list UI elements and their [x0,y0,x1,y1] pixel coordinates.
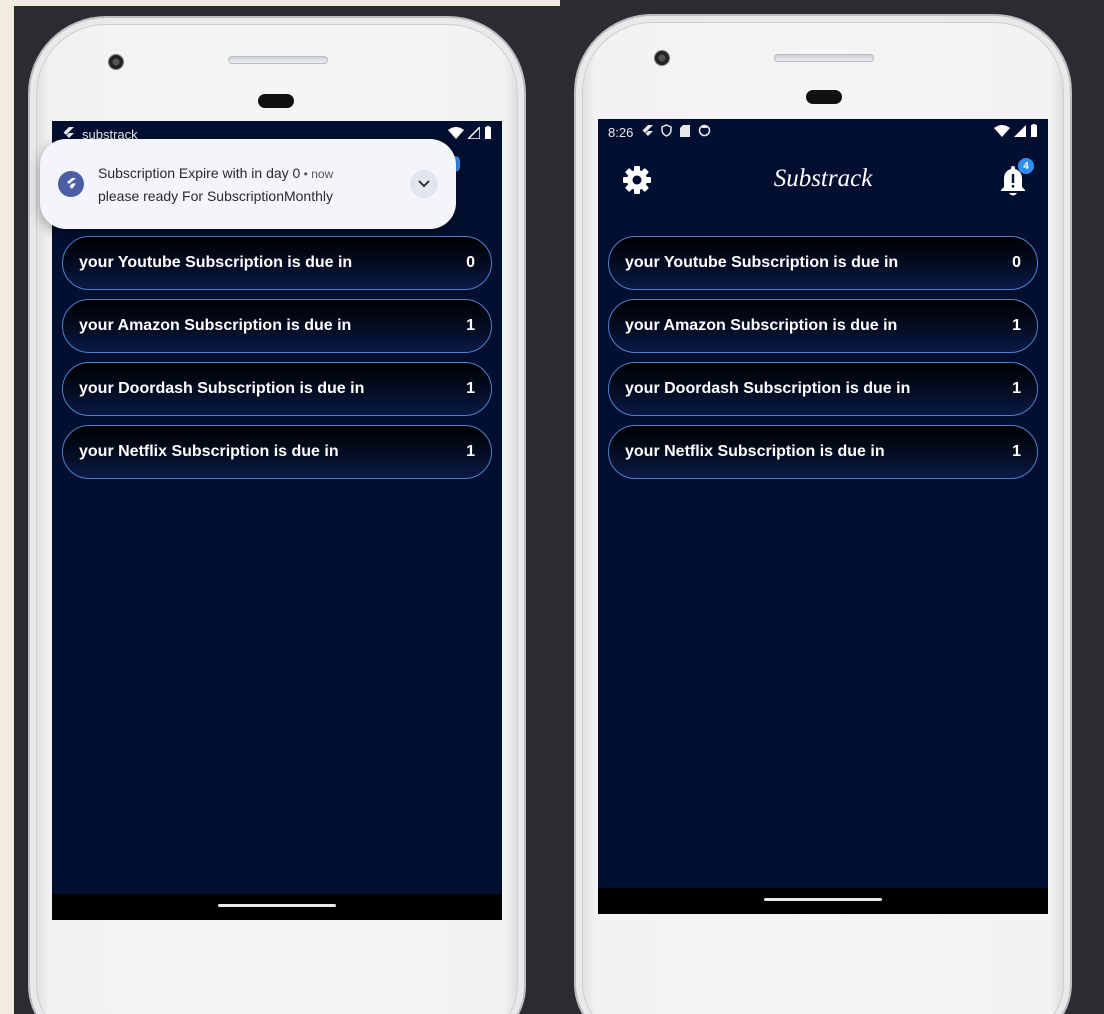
earpiece-speaker [228,56,328,64]
sd-card-icon [680,124,691,140]
earpiece-speaker [774,54,874,62]
list-item[interactable]: your Doordash Subscription is due in 1 [62,362,492,416]
battery-icon [1030,124,1038,140]
screen-right: 8:26 Substrack 4 your Youtube Subscripti… [598,119,1048,914]
app-bar: Substrack 4 [598,145,1048,215]
background-strip-top [0,0,560,6]
list-item[interactable]: your Netflix Subscription is due in 1 [608,425,1038,479]
home-gesture-bar[interactable] [764,898,882,901]
list-item[interactable]: your Youtube Subscription is due in 0 [62,236,492,290]
subscription-label: your Amazon Subscription is due in [79,317,352,334]
days-due-count: 1 [466,380,475,397]
proximity-sensor [806,90,842,104]
app-title: Substrack [773,165,873,192]
screen-left: substrack your Youtube Subscription is d… [52,121,502,920]
navigation-bar [52,894,502,920]
notification-content: Subscription Expire with in day 0 • now … [98,162,333,207]
notification-title: Subscription Expire with in day 0 [98,164,301,181]
list-item[interactable]: your Netflix Subscription is due in 1 [62,425,492,479]
subscription-label: your Youtube Subscription is due in [625,254,899,271]
subscription-label: your Doordash Subscription is due in [79,380,365,397]
subscription-list: your Youtube Subscription is due in 0 yo… [52,236,502,479]
days-due-count: 1 [466,317,475,334]
gear-icon [623,166,651,194]
list-item[interactable]: your Amazon Subscription is due in 1 [608,299,1038,353]
front-camera [108,54,124,70]
expand-notification-button[interactable] [410,170,438,198]
days-due-count: 1 [1012,317,1021,334]
sync-icon [698,124,711,140]
days-due-count: 1 [466,443,475,460]
subscription-list: your Youtube Subscription is due in 0 yo… [598,236,1048,479]
navigation-bar [598,888,1048,914]
phone-frame-right: 8:26 Substrack 4 your Youtube Subscripti… [574,14,1072,1014]
days-due-count: 0 [1012,254,1021,271]
settings-button[interactable] [620,163,654,197]
notification-time: now [311,166,334,181]
battery-icon [484,126,492,142]
front-camera [654,50,670,66]
status-time: 8:26 [608,124,634,140]
days-due-count: 1 [1012,380,1021,397]
notification-separator: • [300,166,312,181]
list-item[interactable]: your Youtube Subscription is due in 0 [608,236,1038,290]
subscription-label: your Doordash Subscription is due in [625,380,911,397]
days-due-count: 1 [1012,443,1021,460]
subscription-label: your Youtube Subscription is due in [79,254,353,271]
status-bar: 8:26 [598,119,1048,145]
proximity-sensor [258,94,294,108]
signal-icon [1014,124,1026,140]
subscription-label: your Netflix Subscription is due in [79,443,339,460]
flutter-icon [58,171,84,197]
wifi-icon [994,124,1010,140]
flutter-icon [641,124,654,140]
notification-count-badge: 4 [1018,158,1034,174]
wifi-icon [448,126,464,142]
days-due-count: 0 [466,254,475,271]
shield-icon [661,124,673,140]
background-strip [0,0,14,1014]
list-item[interactable]: your Doordash Subscription is due in 1 [608,362,1038,416]
subscription-label: your Netflix Subscription is due in [625,443,885,460]
list-item[interactable]: your Amazon Subscription is due in 1 [62,299,492,353]
signal-icon [466,124,481,142]
chevron-down-icon [418,180,430,188]
notification-body: please ready For SubscriptionMonthly [98,187,334,204]
notifications-button[interactable]: 4 [996,158,1034,198]
notification-card[interactable]: Subscription Expire with in day 0 • now … [40,139,456,229]
subscription-label: your Amazon Subscription is due in [625,317,898,334]
home-gesture-bar[interactable] [218,904,336,907]
